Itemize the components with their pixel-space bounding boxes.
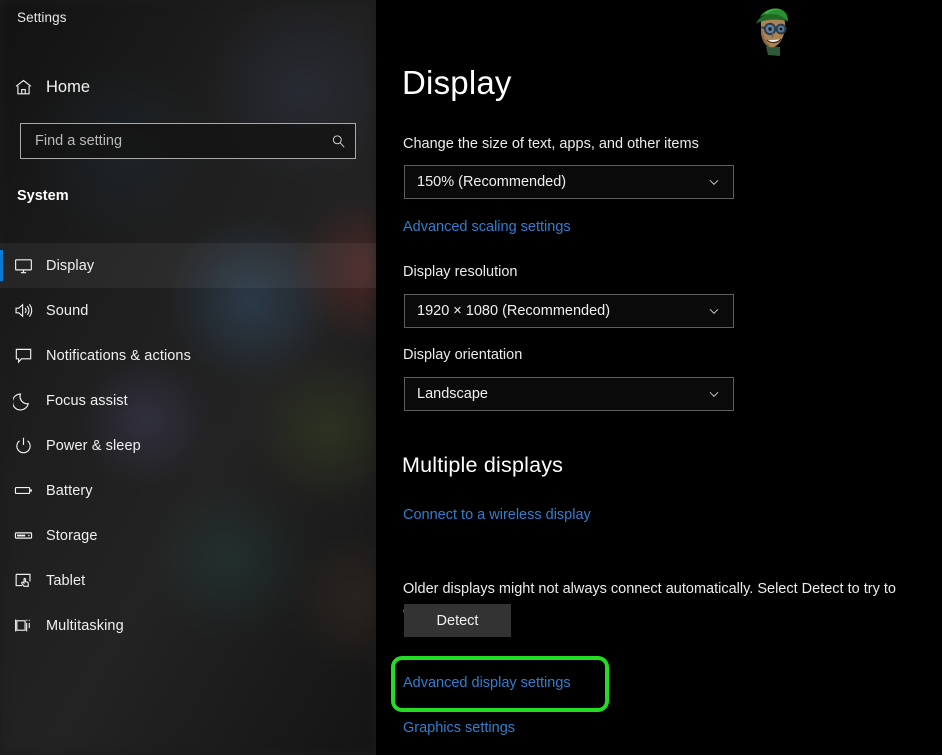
- multitasking-icon: [0, 615, 46, 636]
- home-icon: [0, 77, 46, 98]
- search-box[interactable]: [20, 123, 356, 159]
- sidebar-item-label: Storage: [46, 528, 98, 544]
- battery-icon: [0, 480, 46, 501]
- resolution-label: Display resolution: [403, 264, 517, 280]
- drive-icon: [0, 525, 46, 546]
- sidebar-item-label: Focus assist: [46, 393, 128, 409]
- detect-button[interactable]: Detect: [404, 604, 511, 637]
- sidebar-item-label: Tablet: [46, 573, 85, 589]
- orientation-dropdown[interactable]: Landscape: [404, 377, 734, 411]
- scale-label: Change the size of text, apps, and other…: [403, 136, 699, 152]
- moon-icon: [0, 390, 46, 411]
- resolution-value: 1920 × 1080 (Recommended): [417, 303, 705, 319]
- scale-dropdown[interactable]: 150% (Recommended): [404, 165, 734, 199]
- sidebar-nav: Display Sound: [0, 243, 376, 648]
- sidebar-item-storage[interactable]: Storage: [0, 513, 376, 558]
- sidebar-item-label: Power & sleep: [46, 438, 141, 454]
- resolution-dropdown[interactable]: 1920 × 1080 (Recommended): [404, 294, 734, 328]
- speaker-icon: [0, 300, 46, 321]
- wireless-display-link[interactable]: Connect to a wireless display: [403, 507, 591, 523]
- multiple-displays-heading: Multiple displays: [402, 453, 563, 478]
- sidebar-item-sound[interactable]: Sound: [0, 288, 376, 333]
- monitor-icon: [0, 255, 46, 276]
- sidebar-item-multitasking[interactable]: Multitasking: [0, 603, 376, 648]
- advanced-display-settings-link[interactable]: Advanced display settings: [403, 675, 571, 691]
- search-input[interactable]: [21, 133, 321, 149]
- sidebar-item-notifications[interactable]: Notifications & actions: [0, 333, 376, 378]
- page-title: Display: [402, 64, 512, 102]
- tablet-hand-icon: [0, 570, 46, 591]
- sidebar-item-label: Notifications & actions: [46, 348, 191, 364]
- scale-value: 150% (Recommended): [417, 174, 705, 190]
- app-title: Settings: [17, 10, 67, 25]
- sidebar-item-label: Multitasking: [46, 618, 124, 634]
- sidebar-item-focus-assist[interactable]: Focus assist: [0, 378, 376, 423]
- sidebar-item-power-sleep[interactable]: Power & sleep: [0, 423, 376, 468]
- chevron-down-icon: [705, 387, 723, 401]
- sidebar-home-label: Home: [46, 78, 90, 97]
- speech-bubble-icon: [0, 345, 46, 366]
- advanced-scaling-settings-link[interactable]: Advanced scaling settings: [403, 219, 571, 235]
- sidebar: Settings Home: [0, 0, 376, 755]
- sidebar-item-tablet[interactable]: Tablet: [0, 558, 376, 603]
- sidebar-item-home[interactable]: Home: [0, 70, 376, 104]
- sidebar-item-label: Sound: [46, 303, 88, 319]
- chevron-down-icon: [705, 175, 723, 189]
- settings-window: Settings Home: [0, 0, 942, 755]
- sidebar-item-battery[interactable]: Battery: [0, 468, 376, 513]
- sidebar-item-display[interactable]: Display: [0, 243, 376, 288]
- orientation-value: Landscape: [417, 386, 705, 402]
- chevron-down-icon: [705, 304, 723, 318]
- orientation-label: Display orientation: [403, 347, 522, 363]
- search-icon[interactable]: [321, 133, 355, 150]
- sidebar-group-title: System: [17, 188, 69, 204]
- custom-cursor-graphic: [748, 3, 796, 64]
- sidebar-item-label: Display: [46, 258, 94, 274]
- sidebar-item-label: Battery: [46, 483, 93, 499]
- power-icon: [0, 435, 46, 456]
- graphics-settings-link[interactable]: Graphics settings: [403, 720, 515, 736]
